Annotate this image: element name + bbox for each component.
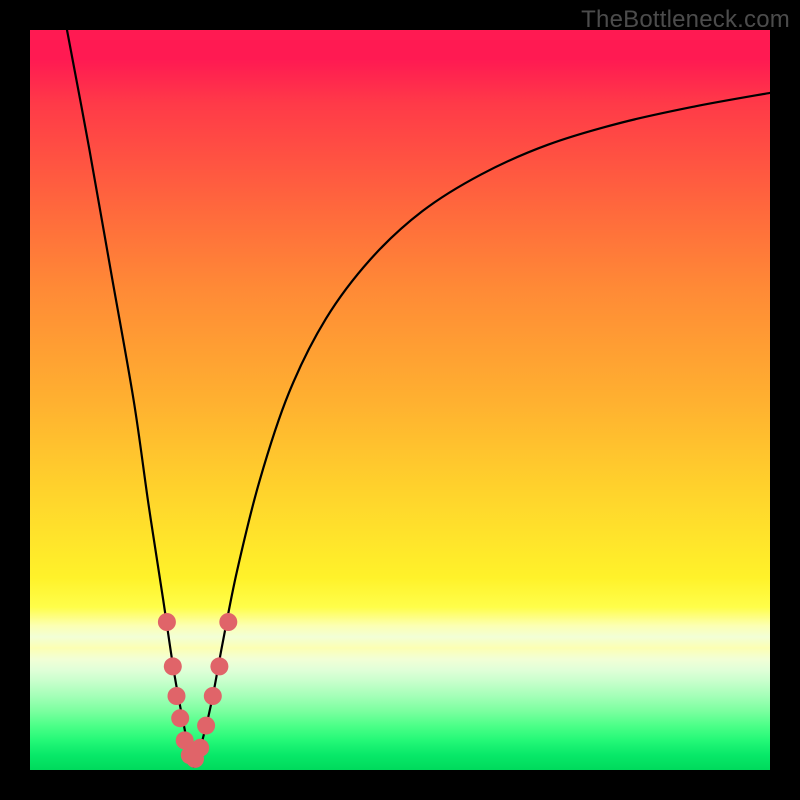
- curve-marker: [197, 717, 215, 735]
- curve-markers: [158, 613, 237, 768]
- curve-marker: [171, 709, 189, 727]
- bottleneck-curve-path: [67, 30, 770, 767]
- curve-marker: [204, 687, 222, 705]
- watermark-text: TheBottleneck.com: [581, 6, 790, 34]
- chart-frame: TheBottleneck.com: [0, 0, 800, 800]
- curve-marker: [168, 687, 186, 705]
- curve-marker: [158, 613, 176, 631]
- curve-marker: [210, 657, 228, 675]
- bottleneck-curve-svg: [30, 30, 770, 770]
- curve-marker: [219, 613, 237, 631]
- chart-plot-area: [30, 30, 770, 770]
- curve-marker: [191, 739, 209, 757]
- curve-marker: [164, 657, 182, 675]
